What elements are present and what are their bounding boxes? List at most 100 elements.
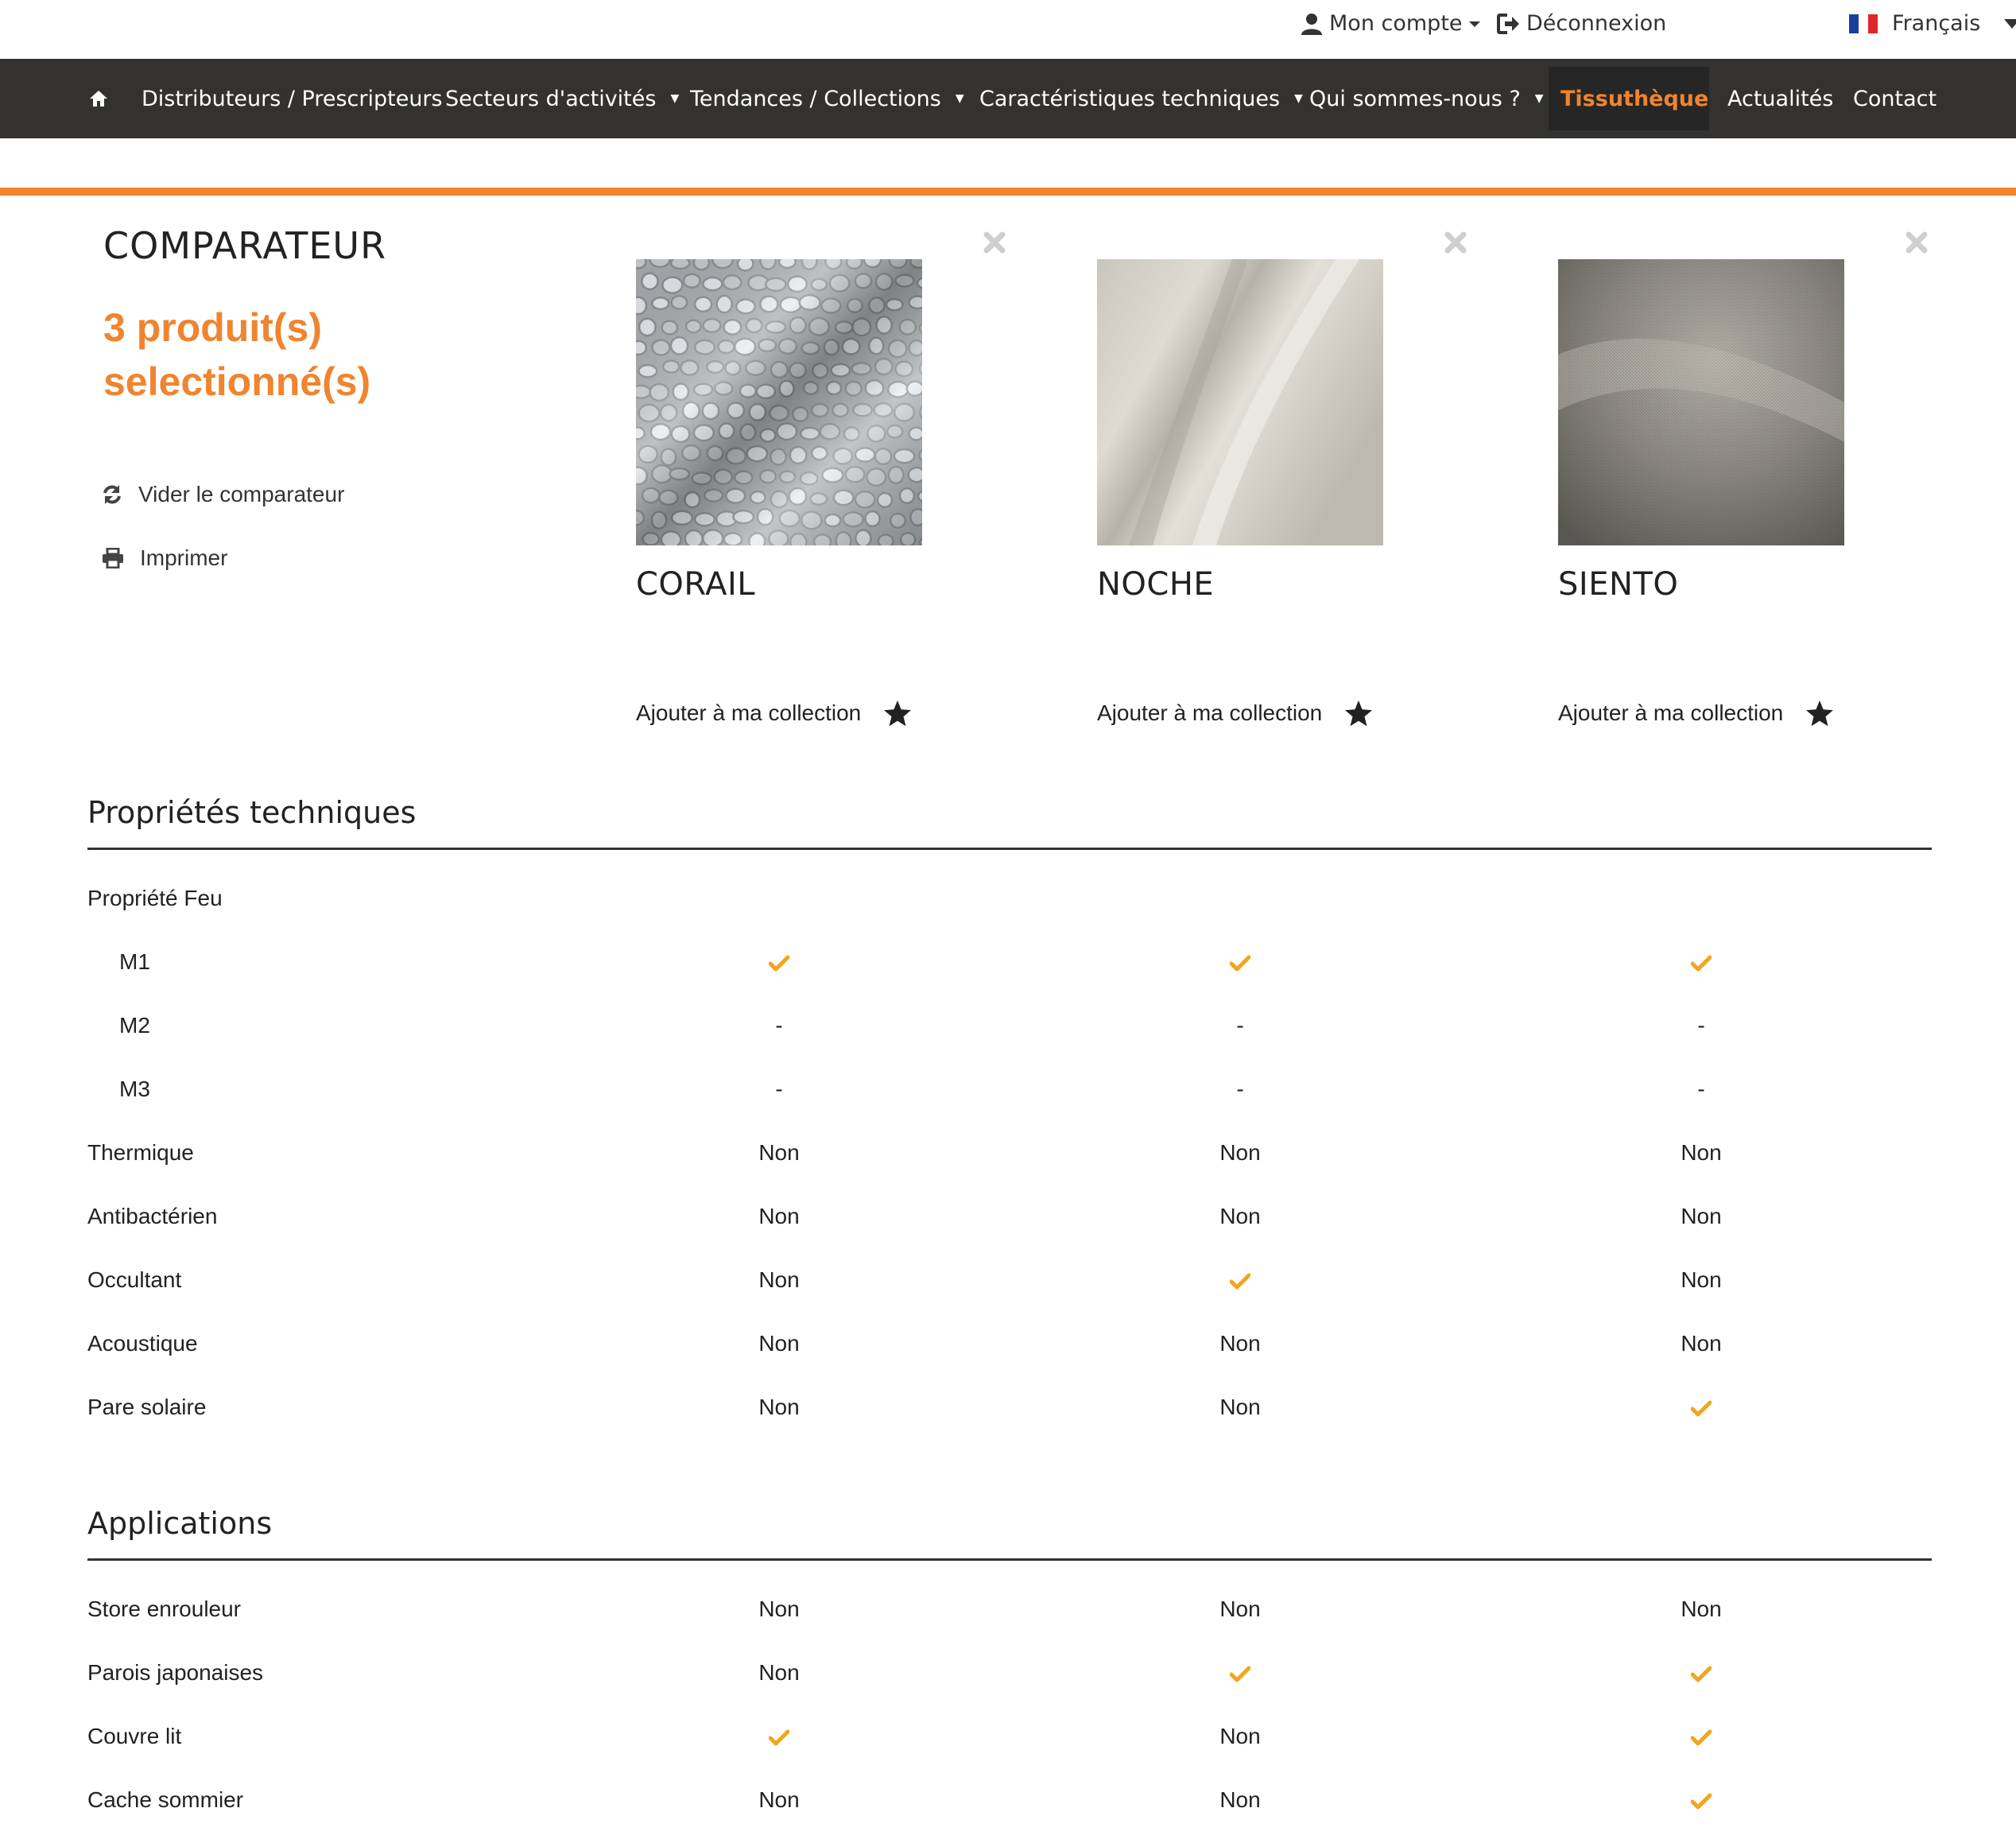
nav-actualites[interactable]: Actualités xyxy=(1727,59,1833,138)
add-to-collection-button[interactable]: Ajouter à ma collection xyxy=(1558,700,1834,727)
product-name[interactable]: NOCHE xyxy=(1097,566,1214,603)
product-image[interactable] xyxy=(636,259,922,545)
remove-product-icon[interactable] xyxy=(1444,231,1467,258)
section-title: Propriétés techniques xyxy=(87,795,417,830)
home-link[interactable] xyxy=(89,59,108,138)
property-value: Non xyxy=(758,1660,800,1685)
nav-contact[interactable]: Contact xyxy=(1853,59,1937,138)
property-value xyxy=(1622,949,1781,975)
property-value: Non xyxy=(758,1395,800,1419)
property-value: - xyxy=(1697,1013,1705,1038)
add-to-collection-label: Ajouter à ma collection xyxy=(636,700,862,725)
check-icon xyxy=(769,1729,789,1746)
product-name[interactable]: SIENTO xyxy=(1558,566,1678,603)
add-to-collection-button[interactable]: Ajouter à ma collection xyxy=(1097,700,1373,727)
star-icon xyxy=(884,700,912,727)
check-icon xyxy=(769,955,789,972)
property-label: Thermique xyxy=(87,1140,194,1165)
property-value: Non xyxy=(1219,1395,1261,1419)
property-value: Non xyxy=(1219,1787,1261,1812)
property-label: Occultant xyxy=(87,1267,182,1292)
refresh-icon xyxy=(103,485,121,504)
check-icon xyxy=(1691,1729,1712,1746)
caret-down-icon: ▼ xyxy=(670,92,680,105)
caret-down-icon xyxy=(1468,21,1480,27)
logout-link[interactable]: Déconnexion xyxy=(1496,11,1666,36)
property-value xyxy=(1161,949,1320,975)
caret-down-icon xyxy=(2004,18,2016,29)
property-label: Antibactérien xyxy=(87,1204,218,1228)
clear-comparator-link[interactable]: Vider le comparateur xyxy=(102,482,344,507)
property-value: Non xyxy=(758,1787,800,1812)
property-label: Cache sommier xyxy=(87,1787,244,1812)
check-icon xyxy=(1691,955,1712,972)
nav-distributeurs[interactable]: Distributeurs / Prescripteurs xyxy=(142,59,443,138)
property-value: - xyxy=(1697,1077,1705,1101)
caret-down-icon: ▼ xyxy=(955,92,964,105)
property-value: Non xyxy=(1219,1331,1261,1356)
main-navbar: Distributeurs / Prescripteurs Secteurs d… xyxy=(0,59,2016,138)
check-icon xyxy=(1691,1400,1712,1417)
check-icon xyxy=(1230,1273,1250,1290)
add-to-collection-label: Ajouter à ma collection xyxy=(1558,700,1784,725)
nav-tissutheque[interactable]: Tissuthèque xyxy=(1560,59,1708,138)
check-icon xyxy=(1230,955,1250,972)
account-label: Mon compte xyxy=(1329,11,1463,36)
section-divider xyxy=(87,1558,1932,1561)
property-value: Non xyxy=(1681,1204,1722,1228)
check-icon xyxy=(1691,1793,1712,1810)
property-label: Pare solaire xyxy=(87,1395,207,1419)
add-to-collection-button[interactable]: Ajouter à ma collection xyxy=(636,700,912,727)
nav-tendances[interactable]: Tendances / Collections ▼ xyxy=(690,59,964,138)
star-icon xyxy=(1806,700,1834,727)
top-utility-bar: Mon compte Déconnexion Français xyxy=(0,0,2016,59)
property-value: Non xyxy=(1219,1724,1261,1748)
product-name[interactable]: CORAIL xyxy=(636,566,755,603)
accent-divider xyxy=(0,188,2016,196)
section-title: Applications xyxy=(87,1506,273,1541)
user-icon xyxy=(1301,13,1322,35)
property-value: - xyxy=(1236,1077,1244,1101)
product-image[interactable] xyxy=(1558,259,1844,545)
property-value: Non xyxy=(758,1267,800,1292)
print-link[interactable]: Imprimer xyxy=(102,545,227,571)
property-label: M3 xyxy=(119,1077,150,1101)
remove-product-icon[interactable] xyxy=(983,231,1006,258)
property-value xyxy=(700,1724,859,1749)
property-label: Parois japonaises xyxy=(87,1660,264,1685)
caret-down-icon: ▼ xyxy=(1294,92,1303,105)
property-value: - xyxy=(775,1013,783,1038)
check-icon xyxy=(1691,1666,1712,1682)
property-value xyxy=(1622,1395,1781,1420)
property-label: Store enrouleur xyxy=(87,1597,242,1621)
property-value xyxy=(1622,1660,1781,1686)
nav-secteurs[interactable]: Secteurs d'activités ▼ xyxy=(445,59,679,138)
print-label: Imprimer xyxy=(140,545,228,570)
logout-icon xyxy=(1497,13,1519,34)
account-menu[interactable]: Mon compte xyxy=(1301,11,1480,36)
nav-qui-sommes-nous[interactable]: Qui sommes-nous ? ▼ xyxy=(1309,59,1544,138)
property-value: Non xyxy=(1219,1140,1261,1165)
property-value xyxy=(700,949,859,975)
remove-product-icon[interactable] xyxy=(1905,231,1929,258)
nav-caracteristiques[interactable]: Caractéristiques techniques ▼ xyxy=(979,59,1303,138)
product-image[interactable] xyxy=(1097,259,1383,545)
french-flag-icon xyxy=(1849,14,1878,33)
star-icon xyxy=(1345,700,1373,727)
language-label: Français xyxy=(1892,11,1981,36)
property-label: M1 xyxy=(119,949,150,974)
home-icon xyxy=(90,91,107,107)
property-value: Non xyxy=(1219,1597,1261,1621)
property-value: Non xyxy=(758,1597,800,1621)
property-value: Non xyxy=(1681,1267,1722,1292)
property-value xyxy=(1161,1267,1320,1293)
property-value: Non xyxy=(1681,1140,1722,1165)
property-value: Non xyxy=(758,1140,800,1165)
property-label: Couvre lit xyxy=(87,1724,182,1748)
property-value: Non xyxy=(1219,1204,1261,1228)
property-label: Acoustique xyxy=(87,1331,198,1356)
add-to-collection-label: Ajouter à ma collection xyxy=(1097,700,1323,725)
language-selector[interactable]: Français xyxy=(1849,11,2016,36)
section-divider xyxy=(87,848,1932,850)
property-value: - xyxy=(775,1077,783,1101)
